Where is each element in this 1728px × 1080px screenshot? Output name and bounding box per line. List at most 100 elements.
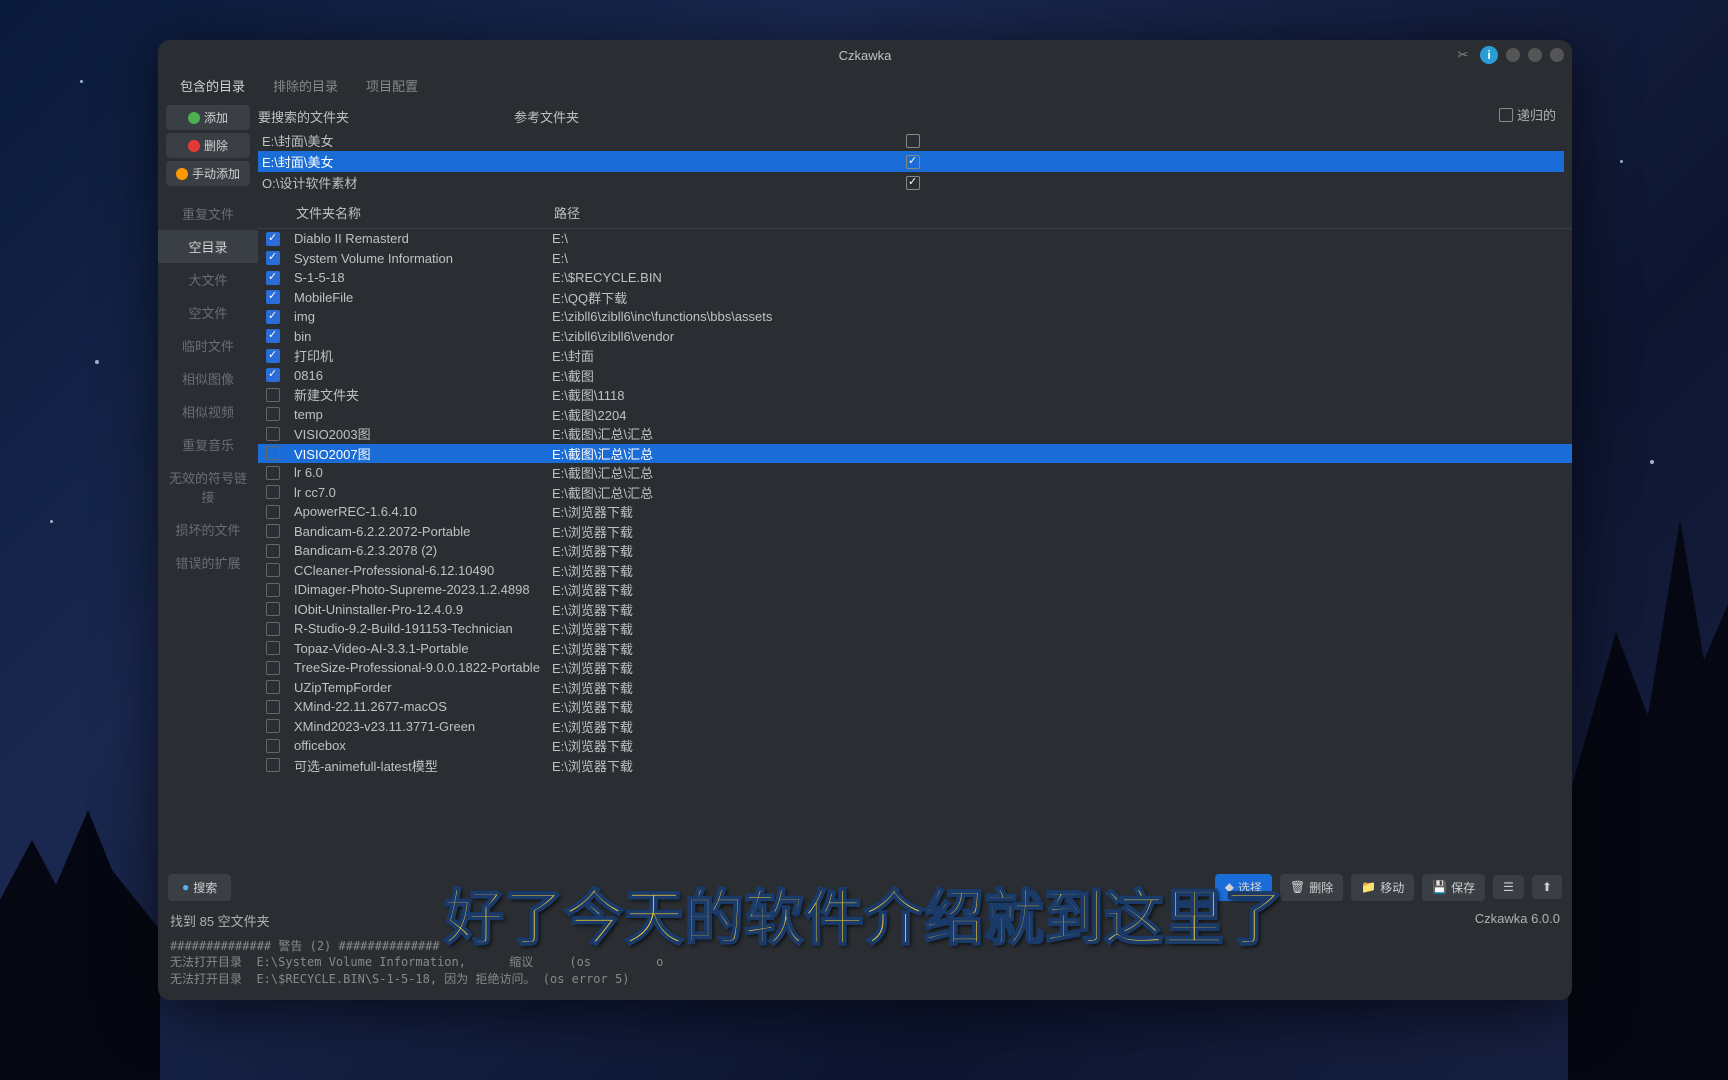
sidebar-item[interactable]: 重复音乐 <box>158 428 258 461</box>
directory-row[interactable]: O:\设计软件素材 <box>258 172 1564 193</box>
export-button[interactable]: ⬆ <box>1532 875 1562 899</box>
result-row[interactable]: 新建文件夹E:\截图\1118 <box>258 385 1572 405</box>
column-folder-name[interactable]: 文件夹名称 <box>296 203 554 222</box>
result-row[interactable]: binE:\zibll6\zibll6\vendor <box>258 327 1572 347</box>
result-checkbox[interactable] <box>266 271 280 285</box>
result-row[interactable]: Bandicam-6.2.2.2072-PortableE:\浏览器下载 <box>258 522 1572 542</box>
sidebar-item[interactable]: 相似图像 <box>158 362 258 395</box>
result-checkbox[interactable] <box>266 329 280 343</box>
sidebar-item[interactable]: 空目录 <box>158 230 258 263</box>
result-row[interactable]: XMind2023-v23.11.3771-GreenE:\浏览器下载 <box>258 717 1572 737</box>
result-row[interactable]: tempE:\截图\2204 <box>258 405 1572 425</box>
result-checkbox[interactable] <box>266 583 280 597</box>
result-checkbox[interactable] <box>266 485 280 499</box>
result-checkbox[interactable] <box>266 251 280 265</box>
result-checkbox[interactable] <box>266 446 280 460</box>
result-row[interactable]: officeboxE:\浏览器下载 <box>258 736 1572 756</box>
directory-reference-checkbox[interactable] <box>906 134 920 148</box>
result-row[interactable]: ApowerREC-1.6.4.10E:\浏览器下载 <box>258 502 1572 522</box>
result-name: ApowerREC-1.6.4.10 <box>294 504 552 519</box>
results-list[interactable]: Diablo II RemasterdE:\System Volume Info… <box>258 229 1572 868</box>
search-button[interactable]: ●搜索 <box>168 874 231 901</box>
result-checkbox[interactable] <box>266 524 280 538</box>
close-button[interactable] <box>1550 48 1564 62</box>
result-checkbox[interactable] <box>266 700 280 714</box>
result-row[interactable]: CCleaner-Professional-6.12.10490E:\浏览器下载 <box>258 561 1572 581</box>
recursive-option[interactable]: 递归的 <box>1499 105 1556 124</box>
result-checkbox[interactable] <box>266 427 280 441</box>
directory-reference-checkbox[interactable] <box>906 176 920 190</box>
directory-reference-checkbox[interactable] <box>906 155 920 169</box>
result-checkbox[interactable] <box>266 232 280 246</box>
sidebar-item[interactable]: 临时文件 <box>158 329 258 362</box>
settings-icon[interactable]: ✂ <box>1454 46 1472 64</box>
result-name: TreeSize-Professional-9.0.0.1822-Portabl… <box>294 660 552 675</box>
result-path: E:\zibll6\zibll6\inc\functions\bbs\asset… <box>552 309 1564 324</box>
manual-add-button[interactable]: 手动添加 <box>166 161 250 186</box>
result-row[interactable]: imgE:\zibll6\zibll6\inc\functions\bbs\as… <box>258 307 1572 327</box>
column-path[interactable]: 路径 <box>554 203 1564 222</box>
result-checkbox[interactable] <box>266 739 280 753</box>
result-row[interactable]: 可选-animefull-latest模型E:\浏览器下载 <box>258 756 1572 776</box>
result-checkbox[interactable] <box>266 505 280 519</box>
tab-config[interactable]: 项目配置 <box>352 70 432 101</box>
directory-row[interactable]: E:\封面\美女 <box>258 151 1564 172</box>
minimize-button[interactable] <box>1506 48 1520 62</box>
result-checkbox[interactable] <box>266 758 280 772</box>
result-checkbox[interactable] <box>266 719 280 733</box>
result-checkbox[interactable] <box>266 680 280 694</box>
delete-button[interactable]: 🗑删除 <box>1280 874 1343 901</box>
result-checkbox[interactable] <box>266 661 280 675</box>
result-row[interactable]: MobileFileE:\QQ群下载 <box>258 288 1572 308</box>
result-row[interactable]: lr 6.0E:\截图\汇总\汇总 <box>258 463 1572 483</box>
result-checkbox[interactable] <box>266 407 280 421</box>
directory-row[interactable]: E:\封面\美女 <box>258 130 1564 151</box>
result-checkbox[interactable] <box>266 622 280 636</box>
result-row[interactable]: lr cc7.0E:\截图\汇总\汇总 <box>258 483 1572 503</box>
result-checkbox[interactable] <box>266 544 280 558</box>
tab-included-dirs[interactable]: 包含的目录 <box>166 70 259 101</box>
result-checkbox[interactable] <box>266 602 280 616</box>
result-checkbox[interactable] <box>266 290 280 304</box>
result-row[interactable]: System Volume InformationE:\ <box>258 249 1572 269</box>
result-row[interactable]: Topaz-Video-AI-3.3.1-PortableE:\浏览器下载 <box>258 639 1572 659</box>
move-button[interactable]: 📁移动 <box>1351 874 1414 901</box>
result-checkbox[interactable] <box>266 349 280 363</box>
result-row[interactable]: 0816E:\截图 <box>258 366 1572 386</box>
result-checkbox[interactable] <box>266 563 280 577</box>
category-sidebar: 重复文件空目录大文件空文件临时文件相似图像相似视频重复音乐无效的符号链接损坏的文… <box>158 197 258 868</box>
sidebar-item[interactable]: 错误的扩展 <box>158 546 258 579</box>
result-checkbox[interactable] <box>266 368 280 382</box>
maximize-button[interactable] <box>1528 48 1542 62</box>
result-name: S-1-5-18 <box>294 270 552 285</box>
sidebar-item[interactable]: 相似视频 <box>158 395 258 428</box>
result-row[interactable]: S-1-5-18E:\$RECYCLE.BIN <box>258 268 1572 288</box>
result-row[interactable]: 打印机E:\封面 <box>258 346 1572 366</box>
sidebar-item[interactable]: 损坏的文件 <box>158 513 258 546</box>
recursive-checkbox[interactable] <box>1499 108 1513 122</box>
result-row[interactable]: VISIO2007图E:\截图\汇总\汇总 <box>258 444 1572 464</box>
result-row[interactable]: TreeSize-Professional-9.0.0.1822-Portabl… <box>258 658 1572 678</box>
sidebar-item[interactable]: 重复文件 <box>158 197 258 230</box>
result-row[interactable]: UZipTempForderE:\浏览器下载 <box>258 678 1572 698</box>
result-row[interactable]: R-Studio-9.2-Build-191153-TechnicianE:\浏… <box>258 619 1572 639</box>
result-row[interactable]: XMind-22.11.2677-macOSE:\浏览器下载 <box>258 697 1572 717</box>
hamburger-button[interactable]: ☰ <box>1493 875 1524 899</box>
result-checkbox[interactable] <box>266 641 280 655</box>
result-row[interactable]: Diablo II RemasterdE:\ <box>258 229 1572 249</box>
result-row[interactable]: Bandicam-6.2.3.2078 (2)E:\浏览器下载 <box>258 541 1572 561</box>
add-directory-button[interactable]: 添加 <box>166 105 250 130</box>
result-checkbox[interactable] <box>266 388 280 402</box>
result-row[interactable]: IObit-Uninstaller-Pro-12.4.0.9E:\浏览器下载 <box>258 600 1572 620</box>
tab-excluded-dirs[interactable]: 排除的目录 <box>259 70 352 101</box>
info-icon[interactable]: i <box>1480 46 1498 64</box>
sidebar-item[interactable]: 空文件 <box>158 296 258 329</box>
sidebar-item[interactable]: 大文件 <box>158 263 258 296</box>
save-button[interactable]: 💾保存 <box>1422 874 1485 901</box>
delete-directory-button[interactable]: 删除 <box>166 133 250 158</box>
result-checkbox[interactable] <box>266 466 280 480</box>
result-row[interactable]: IDimager-Photo-Supreme-2023.1.2.4898E:\浏… <box>258 580 1572 600</box>
sidebar-item[interactable]: 无效的符号链接 <box>158 461 258 513</box>
result-checkbox[interactable] <box>266 310 280 324</box>
result-row[interactable]: VISIO2003图E:\截图\汇总\汇总 <box>258 424 1572 444</box>
